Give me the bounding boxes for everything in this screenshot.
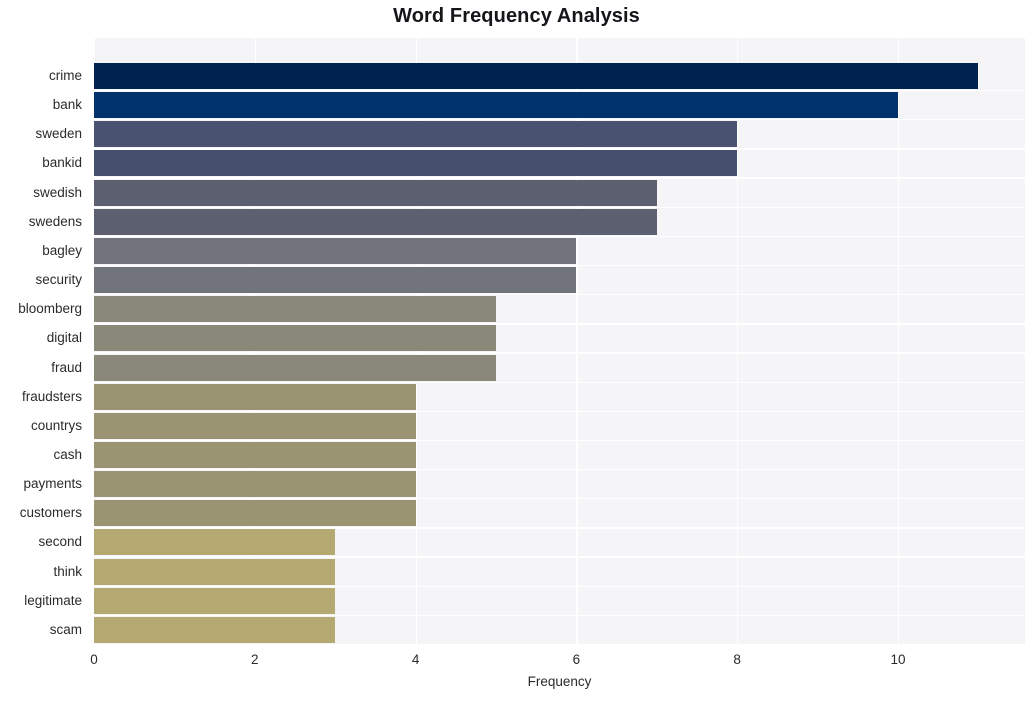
bar-second: [94, 529, 336, 556]
horizontal-gridline: [94, 585, 1025, 587]
y-tick-label-scam: scam: [49, 621, 82, 637]
bar-cash: [94, 442, 416, 468]
bar-swedish: [94, 179, 657, 206]
horizontal-gridline: [94, 556, 1025, 558]
y-tick-label-bankid: bankid: [42, 155, 82, 171]
horizontal-gridline: [94, 323, 1025, 325]
horizontal-gridline: [94, 148, 1025, 150]
horizontal-gridline: [94, 527, 1025, 529]
chart-figure: Word Frequency Analysis crime bank sweden b…: [0, 0, 1033, 701]
y-tick-label-bank: bank: [52, 97, 82, 113]
y-tick-label-think: think: [53, 563, 82, 579]
y-tick-label-swedish: swedish: [33, 184, 82, 200]
horizontal-gridline: [94, 264, 1025, 267]
y-tick-label-payments: payments: [23, 476, 82, 492]
horizontal-gridline: [94, 119, 1025, 121]
horizontal-gridline: [94, 439, 1025, 442]
y-tick-label-crime: crime: [49, 68, 82, 83]
vertical-gridline: [737, 38, 739, 645]
horizontal-gridline: [94, 206, 1025, 208]
y-tick-label-bagley: bagley: [42, 242, 82, 258]
bar-bankid: [94, 150, 738, 177]
horizontal-gridline: [94, 643, 1025, 645]
bar-sweden: [94, 121, 738, 148]
y-tick-label-cash: cash: [53, 447, 82, 462]
y-tick-label-swedens: swedens: [28, 213, 82, 229]
bar-fraudsters: [94, 383, 416, 410]
page-title: Word Frequency Analysis: [393, 5, 640, 27]
bar-crime: [94, 63, 979, 89]
x-tick-label-4: 4: [411, 652, 420, 667]
y-tick-label-digital: digital: [46, 330, 82, 346]
y-tick-label-sweden: sweden: [35, 126, 82, 142]
y-tick-label-countrys: countrys: [30, 417, 82, 433]
y-tick-label-fraudsters: fraudsters: [21, 388, 82, 404]
horizontal-gridline: [94, 89, 1025, 92]
bar-fraud: [94, 354, 496, 381]
y-tick-label-bloomberg: bloomberg: [18, 301, 82, 317]
x-tick-label-2: 2: [251, 652, 259, 667]
horizontal-gridline: [94, 294, 1025, 296]
y-tick-label-fraud: fraud: [51, 359, 82, 375]
horizontal-gridline: [94, 177, 1025, 179]
y-tick-label-security: security: [35, 272, 82, 288]
bar-bank: [94, 92, 898, 119]
bar-customers: [94, 500, 416, 527]
x-tick-label-10: 10: [890, 652, 906, 667]
horizontal-gridline: [94, 468, 1025, 471]
horizontal-gridline: [94, 410, 1025, 412]
bar-security: [94, 267, 577, 294]
bar-scam: [94, 616, 336, 643]
y-tick-label-customers: customers: [19, 505, 82, 521]
bar-swedens: [94, 208, 657, 235]
vertical-gridline: [897, 38, 900, 645]
horizontal-gridline: [94, 614, 1025, 617]
bar-legitimate: [94, 587, 336, 614]
horizontal-gridline: [94, 235, 1025, 238]
x-tick-label-8: 8: [733, 652, 741, 667]
x-tick-label-6: 6: [572, 652, 581, 667]
x-axis-title: Frequency: [527, 674, 592, 689]
y-tick-label-second: second: [38, 534, 82, 550]
bar-bloomberg: [94, 296, 496, 323]
bar-think: [94, 558, 336, 585]
bar-digital: [94, 325, 496, 352]
bar-payments: [94, 471, 416, 498]
y-tick-label-legitimate: legitimate: [24, 592, 82, 608]
y-axis-tick-labels: crime bank sweden bankid swedish swedens bagle…: [0, 38, 86, 645]
bar-bagley: [94, 237, 577, 264]
horizontal-gridline: [94, 352, 1025, 354]
plot-area: [94, 38, 1025, 645]
horizontal-gridline: [94, 498, 1025, 500]
bar-countrys: [94, 412, 416, 439]
x-tick-label-0: 0: [90, 652, 98, 667]
horizontal-gridline: [94, 381, 1025, 383]
